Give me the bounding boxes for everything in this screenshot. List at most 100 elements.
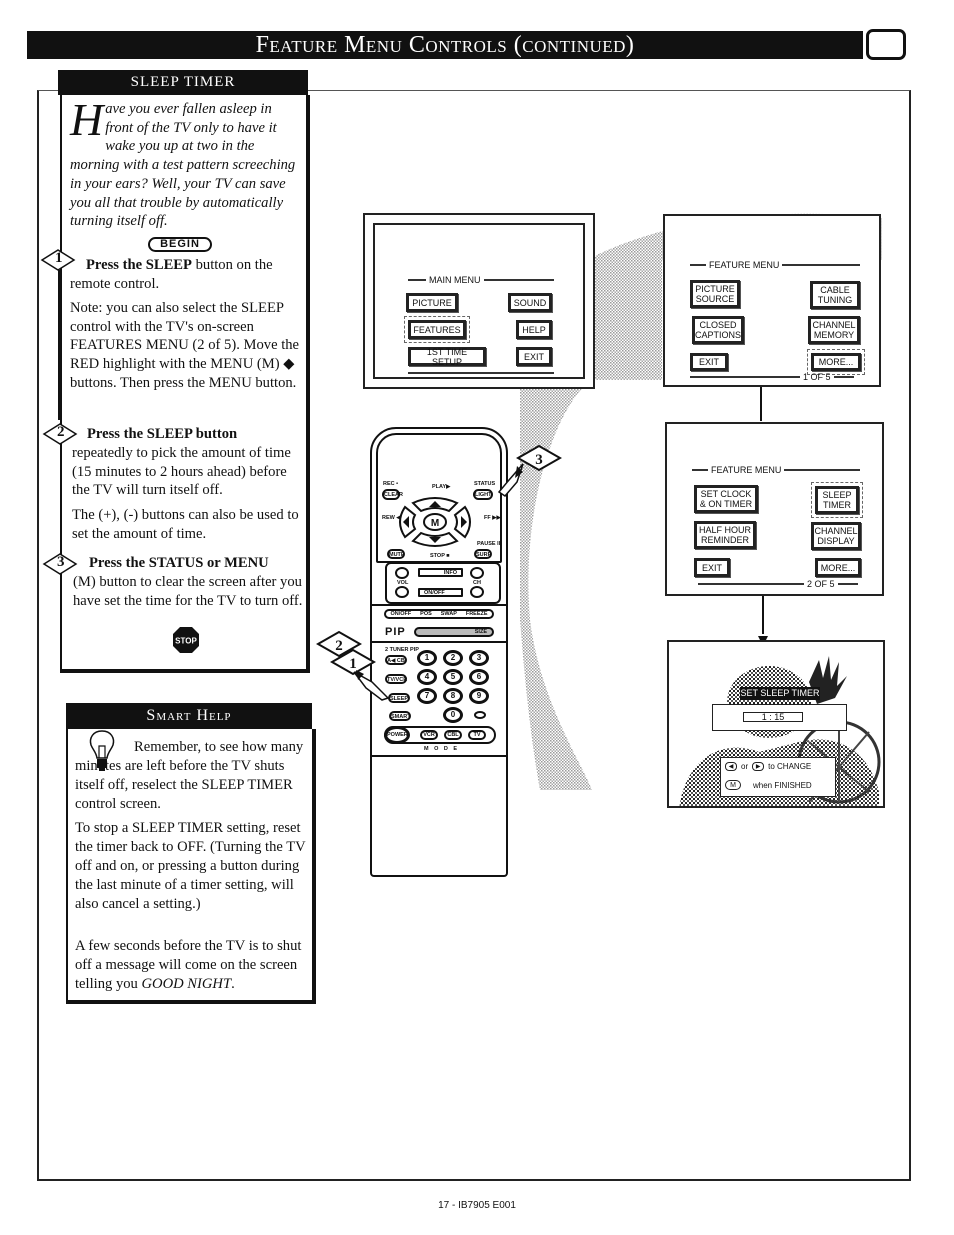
step-3-body: (M) button to clear the screen after you… <box>73 574 303 609</box>
number-key-6[interactable]: 6 <box>469 669 489 685</box>
number-key-9[interactable]: 9 <box>469 688 489 704</box>
step-3-heading: Press the STATUS or MENU <box>89 554 309 573</box>
sleep-hint-box: ◀ or ▶ to CHANGE M when FINISHED <box>720 757 836 797</box>
onoff-button[interactable]: ON/OFF <box>418 588 463 597</box>
menu-button-features[interactable]: FEATURES <box>404 316 470 343</box>
menu-button-half-hour-reminder[interactable]: HALF HOUR REMINDER <box>694 521 756 549</box>
page-number: 17 - IB7905 E001 <box>438 1200 516 1211</box>
title-rule-right <box>784 469 861 471</box>
menu-button-exit[interactable]: EXIT <box>690 353 728 371</box>
number-key-8[interactable]: 8 <box>443 688 463 704</box>
tv-mode-button[interactable]: TV <box>468 730 486 740</box>
change-text: to CHANGE <box>768 762 812 771</box>
menu-button-channel-display[interactable]: CHANNEL DISPLAY <box>811 522 861 550</box>
ch-label: CH <box>473 580 481 586</box>
menu-button-more[interactable]: MORE... <box>815 558 861 577</box>
title-rule-left <box>408 279 426 281</box>
vcr-mode-button[interactable]: VCR <box>420 730 438 740</box>
step-1-heading: Press the SLEEP <box>86 257 192 273</box>
ab-button[interactable]: A◀ CB <box>385 655 407 665</box>
menu-button-more[interactable]: MORE... <box>807 349 865 375</box>
direction-pad[interactable]: M <box>395 495 475 549</box>
feature-menu-1-title: FEATURE MENU <box>690 260 861 270</box>
menu-button-set-clock[interactable]: SET CLOCK & ON TIMER <box>694 485 758 513</box>
number-key-7[interactable]: 7 <box>417 688 437 704</box>
menu-button-closed-captions[interactable]: CLOSED CAPTIONS <box>692 316 744 344</box>
sleep-screen-title: SET SLEEP TIMER <box>740 687 820 700</box>
step-1-number: 1 <box>55 250 63 266</box>
title-rule-right <box>782 264 861 266</box>
surf-button[interactable]: SURF <box>474 549 492 559</box>
change-hint: ◀ or ▶ to CHANGE <box>725 762 811 771</box>
pip-label: PIP <box>385 626 406 638</box>
step-2-heading-text: Press the SLEEP button <box>87 426 238 442</box>
step-3-heading-text: Press the STATUS or MENU <box>89 555 269 571</box>
menu-button-exit[interactable]: EXIT <box>516 347 552 366</box>
step-1-text: Press the SLEEP button on the remote con… <box>70 256 302 293</box>
step-2-rule <box>60 444 62 554</box>
pip-onoff-button[interactable]: ON/OFF <box>390 611 411 617</box>
flow-arrow-line <box>760 387 762 421</box>
intro-paragraph: Have you ever fallen asleep in front of … <box>70 94 300 231</box>
stop-label: STOP <box>175 637 197 646</box>
remote-divider <box>371 604 506 606</box>
number-key-2[interactable]: 2 <box>443 650 463 666</box>
pip-swap-button[interactable]: SWAP <box>441 611 457 617</box>
menu-button-cable-tuning[interactable]: CABLE TUNING <box>810 281 860 309</box>
menu-button-first-time-setup[interactable]: 1ST TIME SETUP <box>408 347 486 367</box>
menu-button-exit[interactable]: EXIT <box>694 558 730 577</box>
menu-button-channel-memory[interactable]: CHANNEL MEMORY <box>808 316 860 344</box>
vol-down-button[interactable] <box>395 586 409 598</box>
smart-help-para-2: To stop a SLEEP TIMER setting, reset the… <box>75 820 306 912</box>
enter-button[interactable] <box>474 711 486 719</box>
two-tuner-label: 2 TUNER PIP <box>385 647 419 653</box>
title-rule-right <box>483 279 554 281</box>
info-button[interactable]: INFO <box>418 568 463 577</box>
menu-button-sleep-timer[interactable]: SLEEP TIMER <box>811 482 863 518</box>
pip-size-button[interactable]: SIZE <box>414 627 494 637</box>
step-1-rule <box>58 270 60 420</box>
page-indicator: 1 OF 5 <box>803 372 831 382</box>
number-key-0[interactable]: 0 <box>443 707 463 723</box>
cbl-mode-button[interactable]: CBL <box>444 730 462 740</box>
remote-divider <box>371 755 506 757</box>
step-3-rule <box>60 574 62 672</box>
smart-help-para-3: A few seconds before the TV is to shut o… <box>75 937 307 994</box>
sleep-timer-value: 1 : 15 <box>743 712 803 722</box>
mute-button[interactable]: MUTE <box>387 549 405 559</box>
step-3-number: 3 <box>57 554 65 570</box>
number-key-1[interactable]: 1 <box>417 650 437 666</box>
menu-button-picture[interactable]: PICTURE <box>406 293 458 312</box>
main-menu-bottom-rule <box>408 372 554 374</box>
sleep-timer-title: SLEEP TIMER <box>58 70 308 95</box>
page-rule-right <box>837 583 858 585</box>
pip-freeze-button[interactable]: FREEZE <box>466 611 488 617</box>
ch-down-button[interactable] <box>470 586 484 598</box>
ch-up-button[interactable] <box>470 567 484 579</box>
step-2-body: repeatedly to pick the amount of time (1… <box>72 445 291 499</box>
right-button-icon: ▶ <box>752 762 765 771</box>
power-button[interactable]: POWER <box>384 726 410 744</box>
vol-up-button[interactable] <box>395 567 409 579</box>
number-key-5[interactable]: 5 <box>443 669 463 685</box>
dropcap: H <box>70 94 104 145</box>
pointing-hand-icon <box>353 670 390 701</box>
menu-button-help[interactable]: HELP <box>516 320 552 339</box>
status-light-button[interactable]: LIGHT <box>473 489 493 500</box>
period: . <box>231 975 235 992</box>
rec-label: REC • <box>383 481 399 487</box>
number-key-3[interactable]: 3 <box>469 650 489 666</box>
step-2-heading: Press the SLEEP button <box>87 425 307 444</box>
main-menu-title: MAIN MENU <box>408 275 554 285</box>
page-header-title: Feature Menu Controls (continued) <box>27 31 863 59</box>
smart-button[interactable]: SMART <box>389 711 411 721</box>
good-night-text: GOOD NIGHT <box>141 975 232 992</box>
menu-button-sound[interactable]: SOUND <box>508 293 552 312</box>
pip-pos-button[interactable]: POS <box>420 611 432 617</box>
remote-divider <box>371 641 506 643</box>
step-2-number: 2 <box>57 424 65 440</box>
number-key-4[interactable]: 4 <box>417 669 437 685</box>
menu-button-picture-source[interactable]: PICTURE SOURCE <box>690 280 740 308</box>
stop-sign-icon: STOP <box>173 627 199 653</box>
pause-label: PAUSE II <box>477 541 501 547</box>
